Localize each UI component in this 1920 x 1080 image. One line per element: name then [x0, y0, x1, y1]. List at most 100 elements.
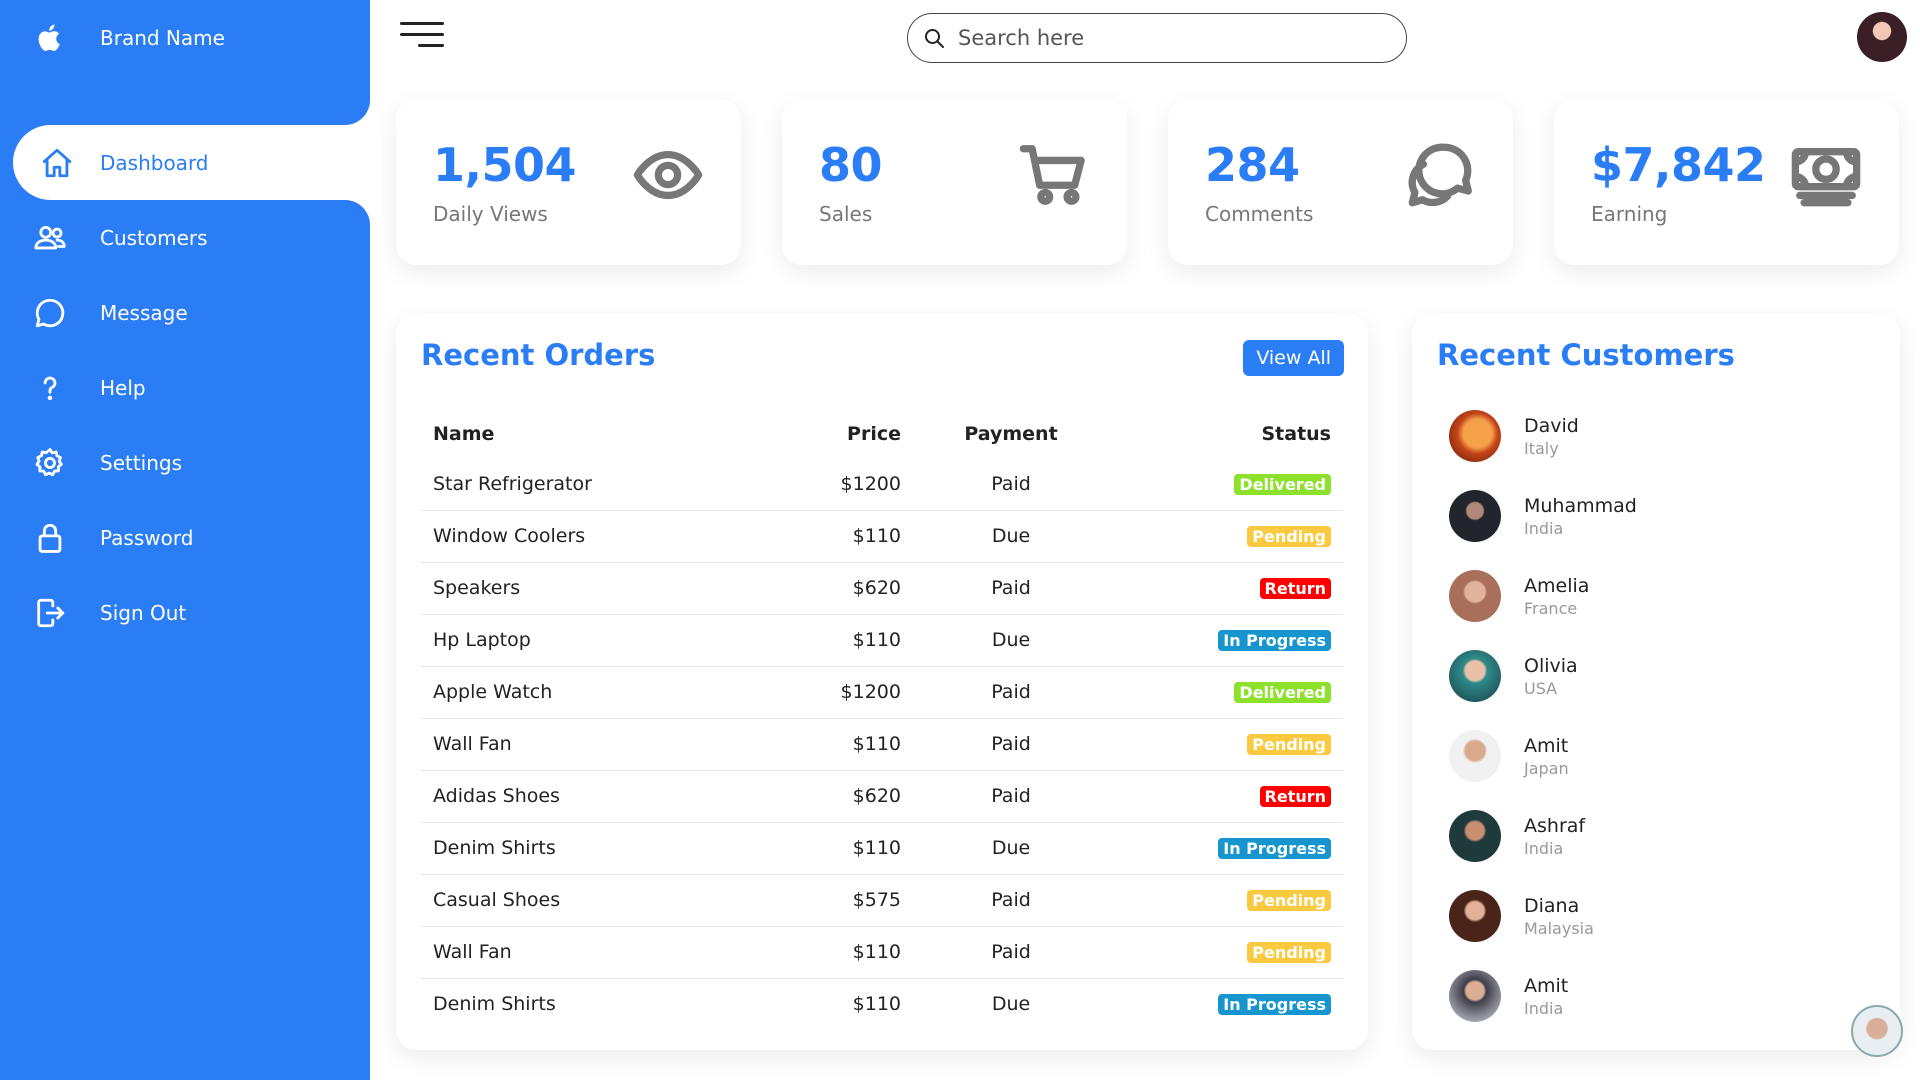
customer-country: India: [1524, 838, 1564, 858]
customer-country: Japan: [1524, 758, 1569, 778]
order-payment: Paid: [901, 562, 1121, 615]
apple-icon: [0, 21, 100, 55]
cash-icon: [1791, 140, 1861, 210]
sidebar-item-label: Message: [100, 300, 188, 325]
cart-icon: [1019, 140, 1089, 210]
order-price: $110: [801, 510, 901, 563]
view-all-button[interactable]: View All: [1243, 340, 1344, 376]
column-header-name: Name: [433, 423, 495, 445]
sidebar-item-dashboard[interactable]: Dashboard: [13, 125, 370, 200]
column-header-payment: Payment: [964, 423, 1058, 445]
customer-name: Muhammad: [1524, 494, 1637, 517]
list-item[interactable]: Diana Malaysia: [1437, 876, 1637, 956]
card-number: 80: [819, 138, 883, 192]
order-name: Apple Watch: [421, 666, 801, 719]
user-avatar[interactable]: [1857, 12, 1907, 62]
status-badge: Delivered: [1234, 682, 1331, 703]
chatbubbles-icon: [1405, 140, 1475, 210]
status-badge: Delivered: [1234, 473, 1331, 495]
card-number: 284: [1205, 138, 1300, 192]
order-payment: Due: [901, 614, 1121, 667]
order-payment: Paid: [901, 458, 1121, 511]
help-icon: [0, 371, 100, 405]
table-row[interactable]: Apple Watch $1200 Paid Delivered: [421, 666, 1343, 719]
table-row[interactable]: Denim Shirts $110 Due In Progress: [421, 978, 1343, 1030]
card-number: $7,842: [1591, 138, 1766, 192]
avatar: [1449, 410, 1501, 462]
list-item[interactable]: Muhammad India: [1437, 476, 1637, 556]
order-name: Speakers: [421, 562, 801, 615]
list-item[interactable]: David Italy: [1437, 396, 1637, 476]
sidebar-item-sign-out[interactable]: Sign Out: [0, 575, 370, 650]
people-icon: [0, 221, 100, 255]
order-price: $1200: [801, 458, 901, 511]
brand-link[interactable]: Brand Name: [0, 0, 370, 75]
status-badge: Pending: [1247, 890, 1331, 911]
list-item[interactable]: Amit India: [1437, 956, 1637, 1036]
customer-country: USA: [1524, 678, 1558, 698]
avatar: [1449, 970, 1501, 1022]
card-name: Comments: [1205, 202, 1314, 226]
order-name: Denim Shirts: [433, 993, 556, 1016]
avatar: [1449, 570, 1501, 622]
status-badge: In Progress: [1218, 630, 1331, 651]
search-icon: [925, 29, 944, 48]
card-earning[interactable]: $7,842 Earning: [1554, 100, 1899, 265]
order-payment: Due: [901, 822, 1121, 875]
sidebar-item-help[interactable]: Help: [0, 350, 370, 425]
list-item[interactable]: Amelia France: [1437, 556, 1637, 636]
list-item[interactable]: Ashraf India: [1437, 796, 1637, 876]
table-row[interactable]: Window Coolers $110 Due Pending: [421, 510, 1343, 563]
customer-list: David Italy Muhammad India Amelia France Ol…: [1437, 396, 1637, 1036]
search-input[interactable]: [958, 26, 1378, 50]
sidebar-item-label: Dashboard: [100, 150, 209, 175]
order-name: Star Refrigerator: [421, 458, 801, 511]
list-item[interactable]: Amit Japan: [1437, 716, 1637, 796]
order-payment: Paid: [901, 770, 1121, 823]
card-daily-views[interactable]: 1,504 Daily Views: [396, 100, 741, 265]
order-price: $110: [852, 993, 901, 1016]
order-name: Wall Fan: [421, 926, 801, 979]
table-row[interactable]: Wall Fan $110 Paid Pending: [421, 718, 1343, 771]
home-icon: [13, 146, 100, 180]
customer-name: Ashraf: [1524, 814, 1586, 837]
column-header-status: Status: [1261, 423, 1331, 445]
card-name: Earning: [1591, 202, 1668, 226]
table-header-row: Name Price Payment Status: [421, 410, 1343, 458]
status-badge: Pending: [1247, 526, 1331, 547]
status-badge: In Progress: [1218, 838, 1331, 859]
sidebar-item-settings[interactable]: Settings: [0, 425, 370, 500]
card-comments[interactable]: 284 Comments: [1168, 100, 1513, 265]
list-item[interactable]: Olivia USA: [1437, 636, 1637, 716]
table-row[interactable]: Casual Shoes $575 Paid Pending: [421, 874, 1343, 927]
sidebar-item-customers[interactable]: Customers: [0, 200, 370, 275]
menu-bar: [417, 44, 444, 47]
order-price: $110: [801, 822, 901, 875]
table-row[interactable]: Wall Fan $110 Paid Pending: [421, 926, 1343, 979]
column-header-price: Price: [847, 423, 901, 445]
order-payment: Paid: [901, 874, 1121, 927]
recent-orders-title: Recent Orders: [421, 338, 656, 372]
sidebar-item-label: Help: [100, 375, 146, 400]
recent-orders-panel: Recent Orders View All Name Price Paymen…: [396, 314, 1368, 1050]
orders-table: Name Price Payment Status Star Refrigera…: [421, 410, 1343, 1030]
table-row[interactable]: Speakers $620 Paid Return: [421, 562, 1343, 615]
brand-name: Brand Name: [100, 25, 225, 50]
avatar: [1449, 810, 1501, 862]
table-row[interactable]: Star Refrigerator $1200 Paid Delivered: [421, 458, 1343, 511]
order-price: $110: [801, 718, 901, 771]
card-sales[interactable]: 80 Sales: [782, 100, 1127, 265]
customer-name: Diana: [1524, 894, 1580, 917]
order-name: Casual Shoes: [421, 874, 801, 927]
order-name: Adidas Shoes: [421, 770, 801, 823]
status-badge: Pending: [1247, 942, 1331, 963]
menu-toggle-button[interactable]: [400, 22, 444, 56]
table-row[interactable]: Adidas Shoes $620 Paid Return: [421, 770, 1343, 823]
table-row[interactable]: Hp Laptop $110 Due In Progress: [421, 614, 1343, 667]
sidebar-item-password[interactable]: Password: [0, 500, 370, 575]
card-name: Daily Views: [433, 202, 548, 226]
sidebar-item-message[interactable]: Message: [0, 275, 370, 350]
customer-country: Italy: [1524, 438, 1559, 458]
card-name: Sales: [819, 202, 873, 226]
table-row[interactable]: Denim Shirts $110 Due In Progress: [421, 822, 1343, 875]
